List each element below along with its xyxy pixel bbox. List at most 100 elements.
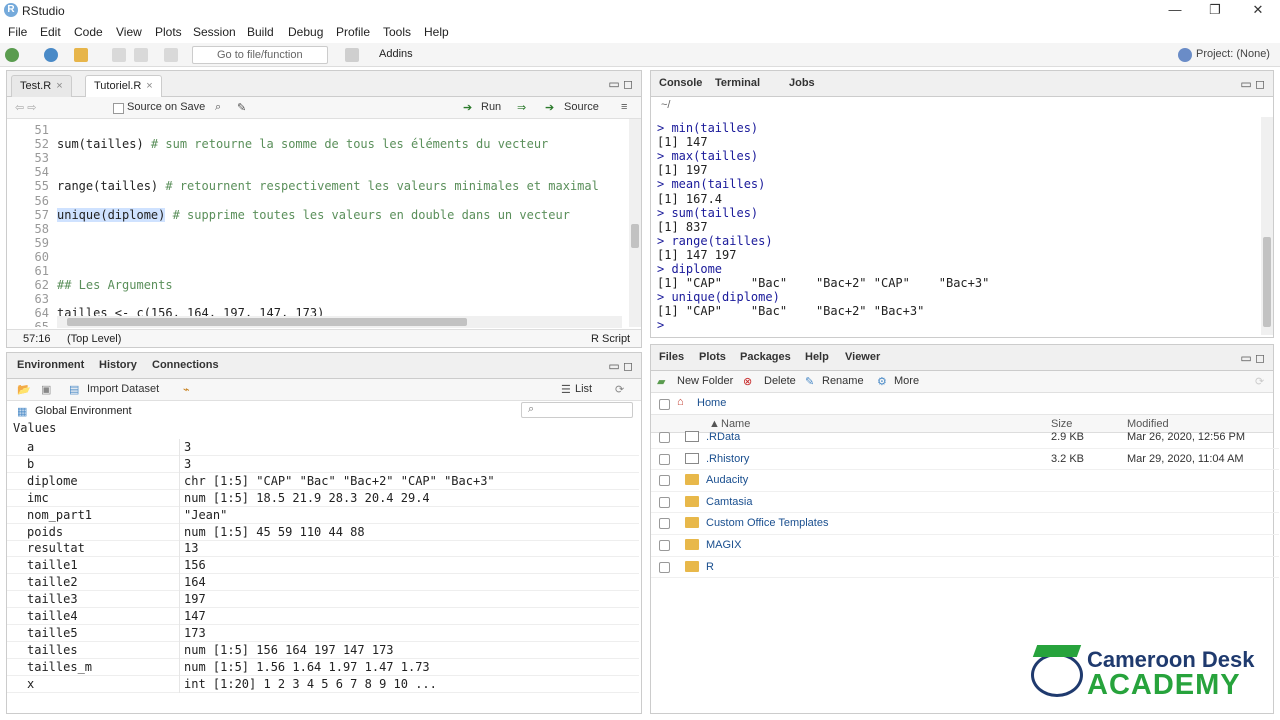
env-variable-row[interactable]: taille2 164: [7, 574, 639, 592]
goto-file-input[interactable]: Go to file/function: [192, 46, 328, 64]
save-workspace-icon[interactable]: ▣: [41, 383, 51, 396]
source-button[interactable]: Source: [564, 101, 599, 113]
env-variable-row[interactable]: taille1 156: [7, 557, 639, 575]
menu-debug[interactable]: Debug: [288, 25, 323, 39]
file-row[interactable]: Custom Office Templates: [651, 513, 1279, 535]
env-variable-row[interactable]: resultat 13: [7, 540, 639, 558]
delete-button[interactable]: Delete: [764, 375, 796, 387]
file-checkbox[interactable]: [659, 453, 670, 465]
import-dataset-button[interactable]: Import Dataset: [87, 383, 159, 395]
environment-scope-selector[interactable]: Global Environment: [35, 405, 132, 417]
refresh-icon[interactable]: ⟳: [1255, 375, 1264, 388]
new-project-icon[interactable]: [44, 48, 58, 62]
code-line[interactable]: 51: [7, 123, 627, 137]
file-name-link[interactable]: MAGIX: [706, 535, 741, 556]
file-row[interactable]: Audacity: [651, 470, 1279, 492]
tab-files[interactable]: Files: [659, 351, 684, 363]
source-on-save-checkbox[interactable]: [113, 103, 124, 114]
file-name-link[interactable]: Camtasia: [706, 492, 752, 513]
pane-window-controls[interactable]: ▭ ◻: [608, 77, 633, 91]
env-variable-row[interactable]: nom_part1 "Jean": [7, 506, 639, 524]
menu-edit[interactable]: Edit: [40, 25, 61, 39]
save-icon[interactable]: [112, 48, 126, 62]
code-line[interactable]: 53: [7, 151, 627, 165]
env-variable-row[interactable]: taille3 197: [7, 591, 639, 609]
rename-button[interactable]: Rename: [822, 375, 864, 387]
env-variable-row[interactable]: imc num [1:5] 18.5 21.9 28.3 20.4 29.4: [7, 489, 639, 507]
project-menu[interactable]: Project: (None): [1196, 48, 1270, 60]
code-line[interactable]: 52 sum(tailles) # sum retourne la somme d…: [7, 137, 627, 151]
home-breadcrumb-link[interactable]: Home: [697, 397, 726, 409]
menu-profile[interactable]: Profile: [336, 25, 370, 39]
wand-icon[interactable]: ✎: [237, 101, 246, 114]
menu-code[interactable]: Code: [74, 25, 103, 39]
run-button[interactable]: Run: [481, 101, 501, 113]
print-icon[interactable]: [164, 48, 178, 62]
load-workspace-icon[interactable]: 📂: [17, 383, 31, 396]
menu-help[interactable]: Help: [424, 25, 449, 39]
code-line[interactable]: 60: [7, 250, 627, 264]
new-file-icon[interactable]: [5, 48, 19, 62]
more-menu-button[interactable]: More: [894, 375, 919, 387]
code-line[interactable]: 62 ## Les Arguments: [7, 278, 627, 292]
editor-hscrollbar[interactable]: [57, 316, 622, 328]
back-forward-icon[interactable]: ⇦ ⇨: [15, 101, 37, 114]
restore-icon[interactable]: ❐: [1200, 2, 1230, 20]
file-row[interactable]: .RData 2.9 KB Mar 26, 2020, 12:56 PM: [651, 427, 1279, 449]
save-all-icon[interactable]: [134, 48, 148, 62]
refresh-icon[interactable]: ⟳: [615, 383, 624, 396]
file-checkbox[interactable]: [659, 561, 670, 573]
file-name-link[interactable]: Audacity: [706, 470, 748, 491]
console-scrollbar[interactable]: [1261, 117, 1273, 335]
menu-tools[interactable]: Tools: [383, 25, 411, 39]
code-line[interactable]: 63: [7, 292, 627, 306]
select-all-checkbox[interactable]: [659, 399, 670, 410]
file-checkbox[interactable]: [659, 432, 670, 443]
editor-hscroll-thumb[interactable]: [67, 318, 467, 326]
code-line[interactable]: 61: [7, 264, 627, 278]
code-line[interactable]: 54: [7, 165, 627, 179]
menu-session[interactable]: Session: [193, 25, 236, 39]
file-name-link[interactable]: .Rhistory: [706, 449, 749, 470]
tab-connections[interactable]: Connections: [152, 359, 219, 371]
code-line[interactable]: 55 range(tailles) # retournent respective…: [7, 179, 627, 193]
tab-help[interactable]: Help: [805, 351, 829, 363]
file-name-link[interactable]: .RData: [706, 427, 740, 448]
tab-environment[interactable]: Environment: [17, 359, 84, 371]
file-row[interactable]: Camtasia: [651, 492, 1279, 514]
grid-layout-icon[interactable]: [345, 48, 359, 62]
close-tab-icon[interactable]: ×: [146, 80, 152, 92]
console-output[interactable]: > min(tailles) [1] 147 > max(tailles) [1] 1…: [651, 117, 1257, 337]
file-name-link[interactable]: R: [706, 557, 714, 578]
minimize-icon[interactable]: —: [1160, 2, 1190, 20]
tab-plots[interactable]: Plots: [699, 351, 726, 363]
tab-packages[interactable]: Packages: [740, 351, 791, 363]
env-search-input[interactable]: ⌕: [521, 402, 633, 418]
file-checkbox[interactable]: [659, 518, 670, 530]
file-name-link[interactable]: Custom Office Templates: [706, 513, 828, 534]
new-folder-button[interactable]: New Folder: [677, 375, 733, 387]
code-line[interactable]: 58: [7, 222, 627, 236]
code-line[interactable]: 59: [7, 236, 627, 250]
list-view-selector[interactable]: List: [575, 383, 592, 395]
env-variable-row[interactable]: tailles_m num [1:5] 1.56 1.64 1.97 1.47 1…: [7, 658, 639, 676]
tab-terminal[interactable]: Terminal: [715, 77, 760, 89]
tab-test-r[interactable]: Test.R ×: [11, 75, 72, 97]
env-variable-row[interactable]: a3: [7, 439, 639, 456]
env-variable-row[interactable]: poids num [1:5] 45 59 110 44 88: [7, 523, 639, 541]
menu-build[interactable]: Build: [247, 25, 274, 39]
env-variable-row[interactable]: tailles num [1:5] 156 164 197 147 173: [7, 641, 639, 659]
code-line[interactable]: 56: [7, 194, 627, 208]
menu-file[interactable]: File: [8, 25, 27, 39]
pane-window-controls[interactable]: ▭ ◻: [608, 359, 633, 373]
file-checkbox[interactable]: [659, 496, 670, 508]
code-line[interactable]: 57 unique(diplome) # supprime toutes les …: [7, 207, 627, 222]
pane-window-controls[interactable]: ▭ ◻: [1240, 77, 1265, 91]
env-variable-row[interactable]: b3: [7, 455, 639, 473]
menu-view[interactable]: View: [116, 25, 142, 39]
file-row[interactable]: .Rhistory 3.2 KB Mar 29, 2020, 11:04 AM: [651, 449, 1279, 471]
file-checkbox[interactable]: [659, 540, 670, 551]
tab-jobs[interactable]: Jobs: [789, 77, 815, 89]
menu-plots[interactable]: Plots: [155, 25, 182, 39]
tab-history[interactable]: History: [99, 359, 137, 371]
